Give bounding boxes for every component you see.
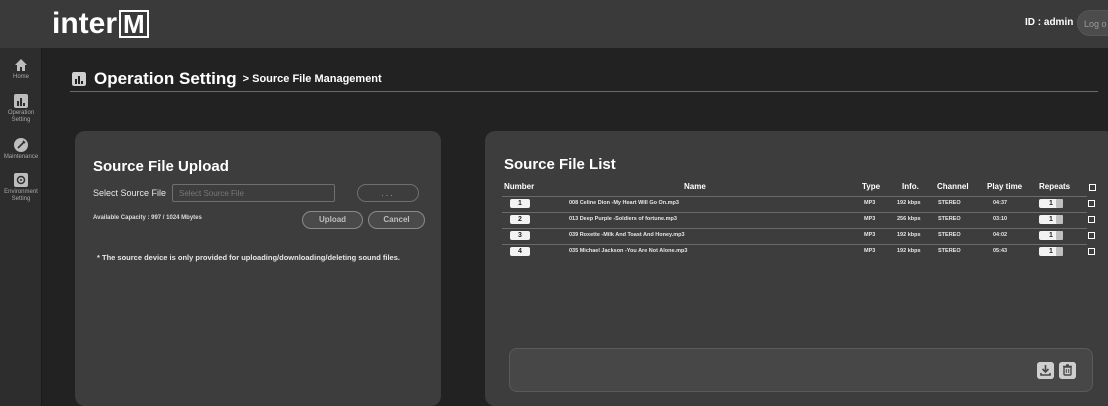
row-channel: STEREO: [938, 232, 961, 238]
row-checkbox[interactable]: [1088, 248, 1095, 255]
cancel-button[interactable]: Cancel: [368, 211, 425, 229]
row-playtime: 03:10: [993, 216, 1008, 222]
wrench-icon: [14, 138, 28, 152]
table-row[interactable]: 3 039 Roxette -Milk And Toast And Honey.…: [502, 228, 1095, 241]
row-type: MP3: [864, 200, 876, 206]
select-all-checkbox[interactable]: [1089, 184, 1096, 191]
row-info: 192 kbps: [897, 248, 921, 254]
row-number: 1: [510, 199, 530, 208]
source-file-input[interactable]: [172, 184, 335, 202]
trash-icon[interactable]: [1059, 362, 1076, 379]
top-bar: inter M ID : admin Log o: [0, 0, 1108, 48]
row-number: 4: [510, 247, 530, 256]
sidebar: Home Operation Setting Maintenance Envir…: [0, 48, 42, 406]
available-capacity: Available Capacity : 997 / 1024 Mbytes: [93, 215, 202, 221]
row-info: 256 kbps: [897, 216, 921, 222]
row-playtime: 04:02: [993, 232, 1008, 238]
row-type: MP3: [864, 216, 876, 222]
breadcrumb: > Source File Management: [242, 73, 382, 85]
title-divider: [70, 91, 1098, 92]
row-number: 2: [510, 215, 530, 224]
col-repeats: Repeats: [1039, 182, 1071, 191]
chart-icon: [72, 72, 86, 86]
row-name: 039 Roxette -Milk And Toast And Honey.mp…: [569, 232, 685, 238]
logout-button[interactable]: Log o: [1077, 10, 1108, 36]
row-type: MP3: [864, 248, 876, 254]
repeats-spinner[interactable]: [1056, 215, 1063, 224]
upload-panel: Source File Upload Select Source File ..…: [75, 131, 441, 406]
row-channel: STEREO: [938, 248, 961, 254]
gear-icon: [14, 173, 28, 187]
table-row[interactable]: 4 035 Michael Jackson -You Are Not Alone…: [502, 244, 1095, 257]
upload-button[interactable]: Upload: [302, 211, 363, 229]
col-info: Info.: [902, 182, 919, 191]
sidebar-item-operation-setting[interactable]: Operation Setting: [0, 94, 42, 124]
select-file-label: Select Source File: [93, 188, 167, 198]
repeats-spinner[interactable]: [1056, 199, 1063, 208]
row-checkbox[interactable]: [1088, 216, 1095, 223]
page-title-text: Operation Setting: [94, 69, 237, 88]
col-number: Number: [504, 182, 535, 191]
repeats-spinner[interactable]: [1056, 231, 1063, 240]
logo: inter M: [52, 5, 149, 43]
sidebar-item-label: Home: [12, 74, 29, 80]
download-icon[interactable]: [1037, 362, 1054, 379]
source-file-list-panel: Source File List Number Name Type Info. …: [485, 131, 1108, 406]
sidebar-item-label: Operation Setting: [7, 110, 35, 123]
sidebar-item-label: Maintenance: [3, 154, 39, 160]
upload-heading: Source File Upload: [93, 158, 229, 175]
table-header: Number Name Type Info. Channel Play time…: [485, 182, 1108, 194]
row-name: 013 Deep Purple -Soldiers of fortune.mp3: [569, 216, 677, 222]
file-action-bar: [509, 348, 1093, 392]
table-row[interactable]: 1 008 Celine Dion -My Heart Will Go On.m…: [502, 196, 1095, 209]
row-name: 008 Celine Dion -My Heart Will Go On.mp3: [569, 200, 679, 206]
row-playtime: 04:37: [993, 200, 1008, 206]
sidebar-item-maintenance[interactable]: Maintenance: [0, 138, 42, 161]
logo-text: inter: [52, 7, 118, 40]
browse-button[interactable]: ...: [357, 184, 419, 202]
row-checkbox[interactable]: [1088, 200, 1095, 207]
row-number: 3: [510, 231, 530, 240]
table-row[interactable]: 2 013 Deep Purple -Soldiers of fortune.m…: [502, 212, 1095, 225]
row-name: 035 Michael Jackson -You Are Not Alone.m…: [569, 248, 688, 254]
user-id: ID : admin: [1025, 17, 1074, 28]
sidebar-item-home[interactable]: Home: [0, 58, 42, 81]
row-channel: STEREO: [938, 216, 961, 222]
upload-note: * The source device is only provided for…: [97, 253, 400, 262]
col-type: Type: [862, 182, 881, 191]
sidebar-item-environment-setting[interactable]: Environment Setting: [0, 173, 42, 203]
row-info: 192 kbps: [897, 200, 921, 206]
row-channel: STEREO: [938, 200, 961, 206]
logo-mark: M: [119, 10, 149, 38]
row-playtime: 05:43: [993, 248, 1008, 254]
col-name: Name: [684, 182, 706, 191]
repeats-spinner[interactable]: [1056, 247, 1063, 256]
list-heading: Source File List: [504, 156, 616, 173]
row-checkbox[interactable]: [1088, 232, 1095, 239]
home-icon: [15, 59, 27, 71]
row-info: 192 kbps: [897, 232, 921, 238]
chart-icon: [14, 94, 28, 108]
col-playtime: Play time: [987, 182, 1023, 191]
col-channel: Channel: [937, 182, 969, 191]
page-title: Operation Setting > Source File Manageme…: [72, 69, 382, 89]
row-type: MP3: [864, 232, 876, 238]
sidebar-item-label: Environment Setting: [4, 189, 38, 202]
